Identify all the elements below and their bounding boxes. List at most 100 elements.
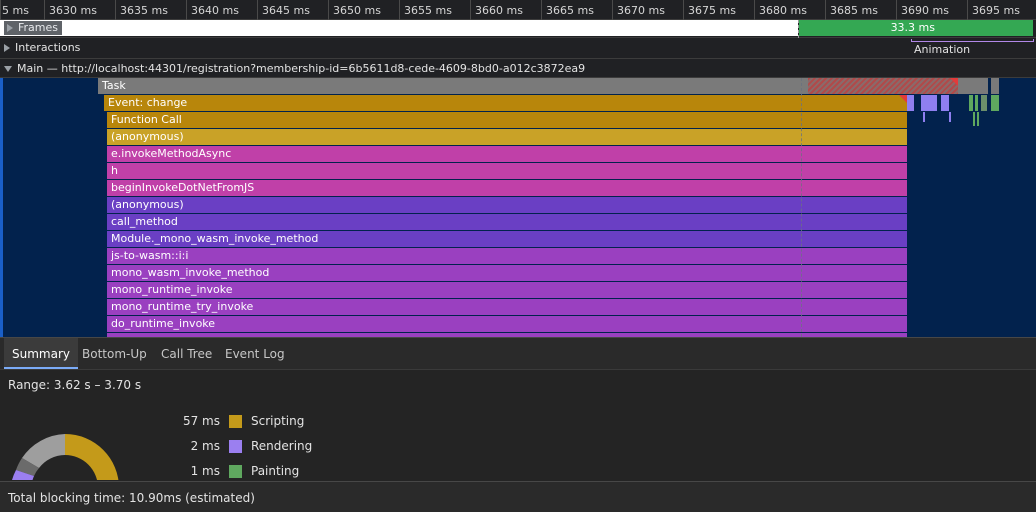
ruler-tick-label: 3690 ms — [901, 4, 949, 17]
flame-entry-function-call[interactable]: Function Call — [107, 112, 907, 128]
ruler-tick: 3630 ms — [44, 0, 97, 20]
flame-entry-rendering-small[interactable] — [907, 95, 914, 111]
legend-name: Scripting — [251, 414, 305, 428]
flame-entry-task-small[interactable] — [958, 78, 988, 94]
legend-value: 57 ms — [182, 414, 220, 428]
legend-name: Painting — [251, 464, 300, 478]
flame-entry-anonymous-2[interactable]: (anonymous) — [107, 197, 907, 213]
ruler-tick: 3660 ms — [470, 0, 523, 20]
flame-entry-label: mono_wasm_invoke_method — [111, 266, 270, 279]
flame-entry-mono-runtime-try-invoke[interactable]: mono_runtime_try_invoke — [107, 299, 907, 315]
ruler-tick-label: 3670 ms — [617, 4, 665, 17]
legend-name: Rendering — [251, 439, 313, 453]
flame-entry-painting-small[interactable] — [969, 95, 973, 111]
legend-rendering: 2 ms Rendering — [170, 437, 313, 455]
flame-entry-mono-runtime-invoke[interactable]: mono_runtime_invoke — [107, 282, 907, 298]
frame-block[interactable]: 33.3 ms — [799, 20, 1033, 36]
flame-entry-painting-small[interactable] — [975, 95, 978, 111]
ruler-tick: 3675 ms — [683, 0, 736, 20]
long-task-overflow[interactable] — [808, 78, 958, 94]
ruler-tick-label: 5 ms — [2, 4, 29, 17]
interaction-label: Animation — [914, 43, 971, 56]
ruler-tick: 3655 ms — [399, 0, 452, 20]
long-task-warning-icon — [950, 78, 958, 86]
flame-entry-tiny[interactable] — [923, 112, 925, 122]
flame-chart[interactable]: Task Event: change Function Call (anonym… — [0, 78, 1036, 337]
ruler-tick-label: 3640 ms — [191, 4, 239, 17]
details-tab-bar: Summary Bottom-Up Call Tree Event Log — [0, 337, 1036, 370]
flame-entry-h[interactable]: h — [107, 163, 907, 179]
flame-entry-label: Module._mono_wasm_invoke_method — [111, 232, 319, 245]
interactions-track[interactable]: Interactions Animation — [0, 38, 1036, 59]
flame-entry-label: mono_runtime_try_invoke — [111, 300, 254, 313]
expand-triangle-icon — [4, 43, 10, 52]
ruler-tick-label: 3675 ms — [688, 4, 736, 17]
flame-entry-event-change[interactable]: Event: change — [104, 95, 907, 111]
tab-bottom-up[interactable]: Bottom-Up — [74, 338, 155, 369]
ruler-tick-label: 3665 ms — [546, 4, 594, 17]
flame-entry-tiny[interactable] — [973, 112, 975, 126]
legend-swatch — [229, 439, 242, 453]
frames-track[interactable]: Frames 33.3 ms — [0, 20, 1036, 38]
flame-entry-call-method[interactable]: call_method — [107, 214, 907, 230]
flame-entry-rendering-small[interactable] — [921, 95, 937, 111]
frames-track-toggle[interactable]: Frames — [4, 21, 63, 35]
ruler-tick: 3680 ms — [754, 0, 807, 20]
flame-entry-tiny[interactable] — [977, 112, 979, 126]
main-track-toggle[interactable]: Main — http://localhost:44301/registrati… — [4, 62, 585, 75]
ruler-tick-label: 3695 ms — [972, 4, 1020, 17]
time-ruler[interactable]: 5 ms 3630 ms 3635 ms 3640 ms 3645 ms 365… — [0, 0, 1036, 20]
flame-entry-tiny[interactable] — [949, 112, 951, 122]
ruler-tick-label: 3660 ms — [475, 4, 523, 17]
flame-entry-label: h — [111, 164, 118, 177]
tab-summary[interactable]: Summary — [4, 338, 78, 369]
flame-entry-painting-small[interactable] — [991, 95, 999, 111]
main-track-header[interactable]: Main — http://localhost:44301/registrati… — [0, 59, 1036, 78]
ruler-tick-label: 3630 ms — [49, 4, 97, 17]
ruler-tick: 5 ms — [0, 0, 29, 20]
ruler-tick: 3695 ms — [967, 0, 1020, 20]
ruler-tick: 3690 ms — [896, 0, 949, 20]
event-warning-icon — [899, 95, 907, 103]
expand-triangle-icon — [7, 24, 13, 32]
ruler-tick: 3635 ms — [115, 0, 168, 20]
legend-value: 1 ms — [190, 464, 220, 478]
flame-entry-painting-small[interactable] — [981, 95, 987, 111]
total-blocking-time: Total blocking time: 10.90ms (estimated) — [8, 491, 255, 505]
flame-entry-begin-invoke-dotnet[interactable]: beginInvokeDotNetFromJS — [107, 180, 907, 196]
flame-entry-invoke-method-async[interactable]: e.invokeMethodAsync — [107, 146, 907, 162]
tab-event-log[interactable]: Event Log — [217, 338, 293, 369]
frames-background — [0, 20, 798, 36]
ruler-tick: 3665 ms — [541, 0, 594, 20]
flame-entry-do-runtime-invoke[interactable]: do_runtime_invoke — [107, 316, 907, 332]
legend-swatch — [229, 414, 242, 428]
ruler-tick-label: 3680 ms — [759, 4, 807, 17]
flame-entry-rendering-small[interactable] — [941, 95, 949, 111]
flame-entry-task-small[interactable] — [991, 78, 999, 94]
ruler-tick: 3640 ms — [186, 0, 239, 20]
status-footer: Total blocking time: 10.90ms (estimated) — [0, 481, 1036, 512]
flame-entry-label: Function Call — [111, 113, 182, 126]
ruler-tick-label: 3655 ms — [404, 4, 452, 17]
flame-entry-label: Event: change — [108, 96, 188, 109]
summary-donut-chart — [12, 434, 119, 480]
legend-swatch — [229, 464, 242, 478]
flame-entry-task[interactable]: Task — [98, 78, 808, 94]
flame-entry-label: (anonymous) — [111, 130, 184, 143]
flame-entry-mono-wasm-invoke-method[interactable]: mono_wasm_invoke_method — [107, 265, 907, 281]
flame-entry-label: beginInvokeDotNetFromJS — [111, 181, 255, 194]
flame-entry-label: js-to-wasm::i:i — [111, 249, 189, 262]
ruler-tick: 3685 ms — [825, 0, 878, 20]
flame-entry-label: (anonymous) — [111, 198, 184, 211]
flame-entry-label: do_runtime_invoke — [111, 317, 216, 330]
main-track-label: Main — http://localhost:44301/registrati… — [17, 62, 586, 75]
interactions-track-toggle[interactable]: Interactions — [4, 41, 80, 54]
interaction-bracket[interactable] — [911, 39, 1034, 42]
tab-call-tree[interactable]: Call Tree — [153, 338, 220, 369]
ruler-tick-label: 3685 ms — [830, 4, 878, 17]
flame-entry-anonymous[interactable]: (anonymous) — [107, 129, 907, 145]
summary-panel: Range: 3.62 s – 3.70 s 57 ms Scripting 2… — [0, 370, 1036, 480]
flame-entry-mono-wasm-invoke-module[interactable]: Module._mono_wasm_invoke_method — [107, 231, 907, 247]
range-text: Range: 3.62 s – 3.70 s — [8, 378, 142, 392]
flame-entry-js-to-wasm[interactable]: js-to-wasm::i:i — [107, 248, 907, 264]
